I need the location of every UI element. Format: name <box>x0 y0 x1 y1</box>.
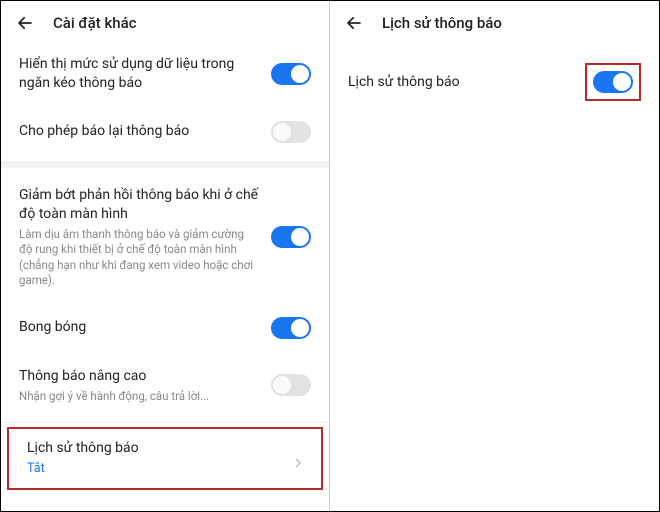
toggle-fullscreen-feedback[interactable] <box>271 226 311 248</box>
toggle-data-usage[interactable] <box>271 63 311 85</box>
toggle-notification-history[interactable] <box>593 71 633 93</box>
right-screen: Lịch sử thông báo Lịch sử thông báo <box>330 1 659 511</box>
row-text: Lịch sử thông báo Tắt <box>27 439 293 478</box>
toggle-snooze[interactable] <box>271 121 311 143</box>
right-header-title: Lịch sử thông báo <box>382 14 502 32</box>
back-arrow-icon[interactable] <box>344 13 364 33</box>
left-header: Cài đặt khác <box>1 1 329 41</box>
row-title: Hiển thị mức sử dụng dữ liệu trong ngăn … <box>19 55 259 93</box>
row-title: Lịch sử thông báo <box>27 439 281 458</box>
row-sub: Nhận gợi ý về hành động, câu trả lời... <box>19 389 259 405</box>
row-text: Cho phép báo lại thông báo <box>19 122 271 141</box>
row-text: Lịch sử thông báo <box>348 73 585 92</box>
section-divider <box>1 161 329 168</box>
chevron-right-icon <box>293 453 303 463</box>
setting-row-advanced-notifications[interactable]: Thông báo nâng cao Nhận gợi ý về hành độ… <box>1 353 329 418</box>
row-sub-status: Tắt <box>27 461 281 478</box>
highlight-notification-history: Lịch sử thông báo Tắt <box>7 427 323 490</box>
setting-row-fullscreen-feedback[interactable]: Giảm bớt phản hồi thông báo khi ở chế độ… <box>1 172 329 303</box>
back-arrow-icon[interactable] <box>15 13 35 33</box>
setting-row-data-usage[interactable]: Hiển thị mức sử dụng dữ liệu trong ngăn … <box>1 41 329 107</box>
row-text: Bong bóng <box>19 318 271 337</box>
left-header-title: Cài đặt khác <box>53 14 137 32</box>
row-sub: Làm dịu âm thanh thông báo và giảm cường… <box>19 227 259 289</box>
setting-row-notification-history[interactable]: Lịch sử thông báo Tắt <box>9 429 321 488</box>
toggle-bubbles[interactable] <box>271 317 311 339</box>
row-title: Thông báo nâng cao <box>19 367 259 386</box>
setting-row-bubbles[interactable]: Bong bóng <box>1 303 329 353</box>
row-text: Hiển thị mức sử dụng dữ liệu trong ngăn … <box>19 55 271 93</box>
setting-row-notification-history-toggle[interactable]: Lịch sử thông báo <box>330 41 659 115</box>
row-text: Giảm bớt phản hồi thông báo khi ở chế độ… <box>19 186 271 289</box>
setting-row-snooze[interactable]: Cho phép báo lại thông báo <box>1 107 329 157</box>
highlight-toggle <box>585 63 641 101</box>
row-title: Cho phép báo lại thông báo <box>19 122 259 141</box>
row-title: Lịch sử thông báo <box>348 73 573 92</box>
row-title: Giảm bớt phản hồi thông báo khi ở chế độ… <box>19 186 259 224</box>
toggle-advanced-notifications[interactable] <box>271 374 311 396</box>
row-text: Thông báo nâng cao Nhận gợi ý về hành độ… <box>19 367 271 404</box>
right-header: Lịch sử thông báo <box>330 1 659 41</box>
row-title: Bong bóng <box>19 318 259 337</box>
divider <box>1 422 329 423</box>
left-screen: Cài đặt khác Hiển thị mức sử dụng dữ liệ… <box>1 1 330 511</box>
